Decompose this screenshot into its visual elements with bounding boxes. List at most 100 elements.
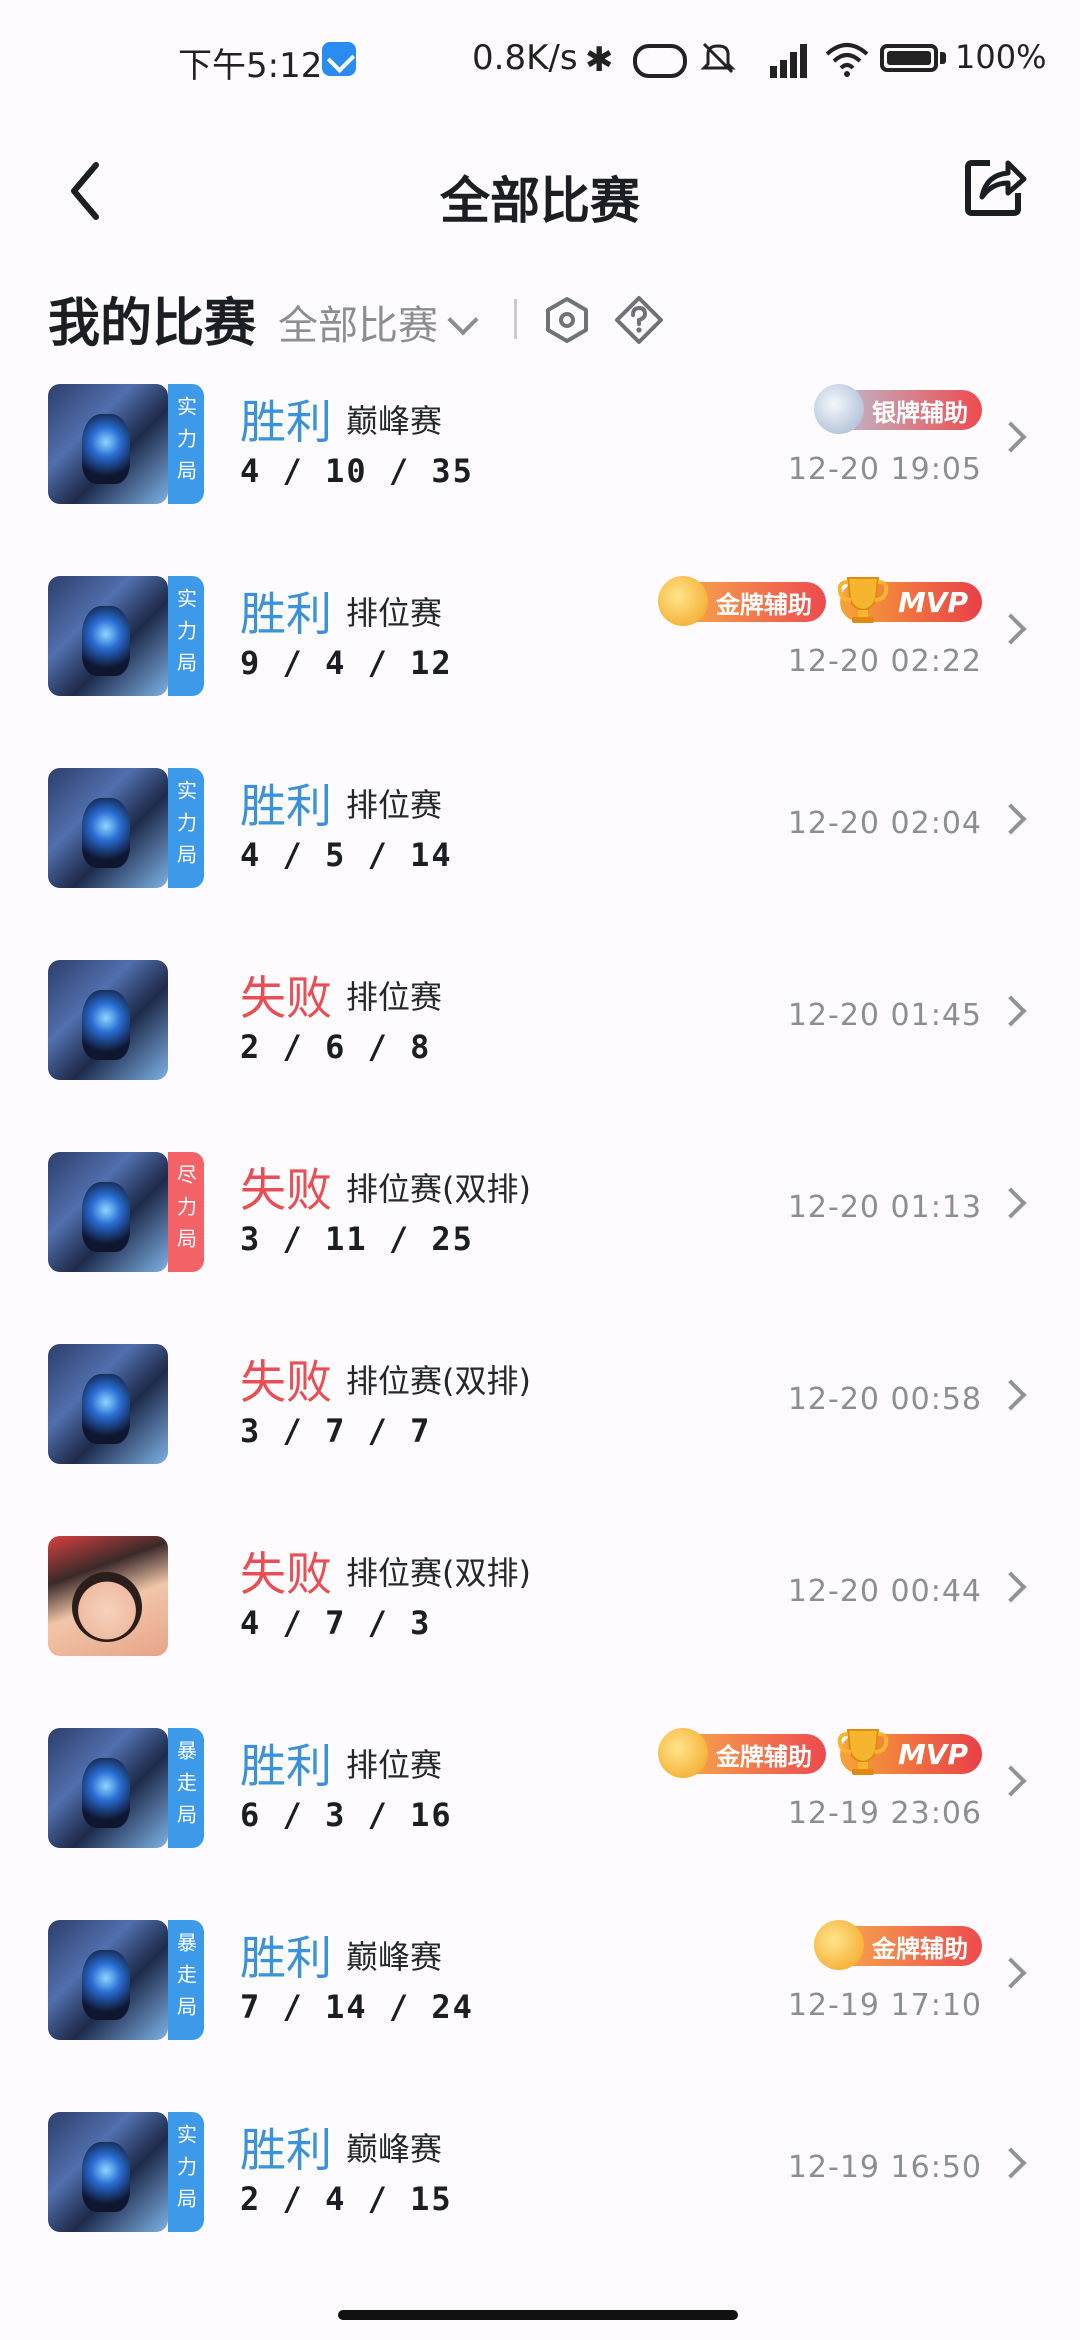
nfc-icon: [633, 44, 687, 78]
app-notification-icon: [322, 42, 356, 76]
match-result: 胜利: [240, 587, 332, 641]
network-speed: 0.8K/s: [472, 38, 578, 78]
match-time: 12-20 00:44: [787, 1574, 982, 1609]
badge-label: MVP: [897, 1737, 968, 1771]
match-badges: 金牌辅助 MVP: [657, 576, 982, 626]
hero-avatar: [48, 1728, 168, 1848]
match-time: 12-20 02:04: [787, 806, 982, 841]
match-kda: 3 / 11 / 25: [240, 1220, 474, 1258]
match-time: 12-20 02:22: [787, 644, 982, 679]
match-time: 12-19 23:06: [787, 1796, 982, 1831]
match-mode: 巅峰赛: [346, 402, 443, 440]
chevron-right-icon: [995, 803, 1027, 835]
match-mode: 巅峰赛: [346, 2130, 443, 2168]
match-row[interactable]: 失败 排位赛 2 / 6 / 8 12-20 01:45: [0, 956, 1080, 1106]
mvp-badge: MVP: [837, 1729, 982, 1775]
match-time: 12-20 01:45: [787, 998, 982, 1033]
bluetooth-icon: ✱: [585, 40, 614, 80]
medal-star-icon: [657, 1728, 708, 1778]
filter-divider: [514, 299, 517, 339]
status-bar: 下午5:12 0.8K/s ✱ 100%: [0, 0, 1080, 120]
hero-avatar: [48, 1344, 168, 1464]
match-filter-dropdown[interactable]: 全部比赛: [278, 293, 479, 351]
chevron-right-icon: [995, 2147, 1027, 2179]
match-kda: 6 / 3 / 16: [240, 1796, 453, 1834]
match-time: 12-20 19:05: [787, 452, 982, 487]
match-row[interactable]: 实力局 胜利 巅峰赛 2 / 4 / 15 12-19 16:50: [0, 2108, 1080, 2258]
match-time: 12-20 01:13: [787, 1190, 982, 1225]
match-badges: 银牌辅助: [814, 384, 982, 434]
match-row[interactable]: 暴走局 胜利 巅峰赛 7 / 14 / 24 金牌辅助 12-19 17:10: [0, 1916, 1080, 2066]
match-mode: 排位赛: [346, 1746, 443, 1784]
battery-icon: [880, 44, 938, 72]
gold-support-badge: 金牌辅助: [657, 576, 826, 626]
match-time: 12-19 17:10: [787, 1988, 982, 2023]
match-result: 胜利: [240, 1739, 332, 1793]
hero-avatar: [48, 1536, 168, 1656]
trophy-icon: [837, 577, 889, 623]
badge-label: 金牌辅助: [872, 1934, 968, 1963]
match-row[interactable]: 实力局 胜利 排位赛 4 / 5 / 14 12-20 02:04: [0, 764, 1080, 914]
match-kda: 2 / 6 / 8: [240, 1028, 432, 1066]
match-row[interactable]: 实力局 胜利 巅峰赛 4 / 10 / 35 银牌辅助 12-20 19:05: [0, 380, 1080, 530]
chevron-down-icon: [447, 304, 479, 336]
badge-label: MVP: [897, 585, 968, 619]
medal-star-icon: [657, 576, 708, 626]
badge-label: 金牌辅助: [715, 1742, 812, 1771]
chevron-right-icon: [995, 1957, 1027, 1989]
chevron-right-icon: [995, 995, 1027, 1027]
match-result: 失败: [240, 1355, 332, 1409]
match-result: 失败: [240, 1163, 332, 1217]
chevron-right-icon: [995, 1379, 1027, 1411]
match-mode: 排位赛(双排): [346, 1170, 531, 1208]
match-mode: 排位赛(双排): [346, 1554, 531, 1592]
badge-label: 金牌辅助: [715, 590, 812, 619]
match-result: 失败: [240, 1547, 332, 1601]
hero-avatar: [48, 960, 168, 1080]
status-time: 下午5:12: [178, 46, 323, 86]
chevron-right-icon: [995, 421, 1027, 453]
match-time: 12-19 16:50: [787, 2150, 982, 2185]
mute-icon: [700, 42, 736, 74]
chevron-right-icon: [995, 1187, 1027, 1219]
battery-tip: [940, 52, 946, 64]
match-badges: 金牌辅助 MVP: [657, 1728, 982, 1778]
match-row[interactable]: 尽力局 失败 排位赛(双排) 3 / 11 / 25 12-20 01:13: [0, 1148, 1080, 1298]
nav-header: 全部比赛: [0, 115, 1080, 275]
match-result: 胜利: [240, 2123, 332, 2177]
share-icon[interactable]: [962, 153, 1028, 219]
match-mode: 排位赛: [346, 594, 443, 632]
battery-percent: 100%: [955, 38, 1047, 76]
match-quality-tag: 实力局: [168, 576, 204, 696]
match-result: 胜利: [240, 779, 332, 833]
match-kda: 2 / 4 / 15: [240, 2180, 453, 2218]
match-row[interactable]: 暴走局 胜利 排位赛 6 / 3 / 16 金牌辅助 MVP 12-19 23:06: [0, 1724, 1080, 1874]
match-quality-tag: 暴走局: [168, 1920, 204, 2040]
chevron-right-icon: [995, 1765, 1027, 1797]
hero-avatar: [48, 576, 168, 696]
match-result: 胜利: [240, 1931, 332, 1985]
hero-avatar: [48, 768, 168, 888]
medal-star-icon: [814, 1920, 864, 1970]
hero-avatar: [48, 1920, 168, 2040]
question-diamond-icon[interactable]: [614, 295, 664, 345]
match-kda: 9 / 4 / 12: [240, 644, 453, 682]
hero-avatar: [48, 1152, 168, 1272]
hero-avatar: [48, 384, 168, 504]
match-row[interactable]: 实力局 胜利 排位赛 9 / 4 / 12 金牌辅助 MVP 12-20 02:22: [0, 572, 1080, 722]
match-mode: 排位赛(双排): [346, 1362, 531, 1400]
match-row[interactable]: 失败 排位赛(双排) 3 / 7 / 7 12-20 00:58: [0, 1340, 1080, 1490]
chevron-right-icon: [995, 613, 1027, 645]
hero-avatar: [48, 2112, 168, 2232]
match-time: 12-20 00:58: [787, 1382, 982, 1417]
match-result: 胜利: [240, 395, 332, 449]
wifi-icon: [825, 43, 869, 77]
match-kda: 7 / 14 / 24: [240, 1988, 474, 2026]
gold-support-badge: 金牌辅助: [657, 1728, 826, 1778]
match-quality-tag: 尽力局: [168, 1152, 204, 1272]
match-row[interactable]: 失败 排位赛(双排) 4 / 7 / 3 12-20 00:44: [0, 1532, 1080, 1682]
home-indicator[interactable]: [338, 2310, 738, 2320]
match-quality-tag: 实力局: [168, 2112, 204, 2232]
match-kda: 4 / 7 / 3: [240, 1604, 432, 1642]
hexagon-settings-icon[interactable]: [542, 295, 592, 345]
